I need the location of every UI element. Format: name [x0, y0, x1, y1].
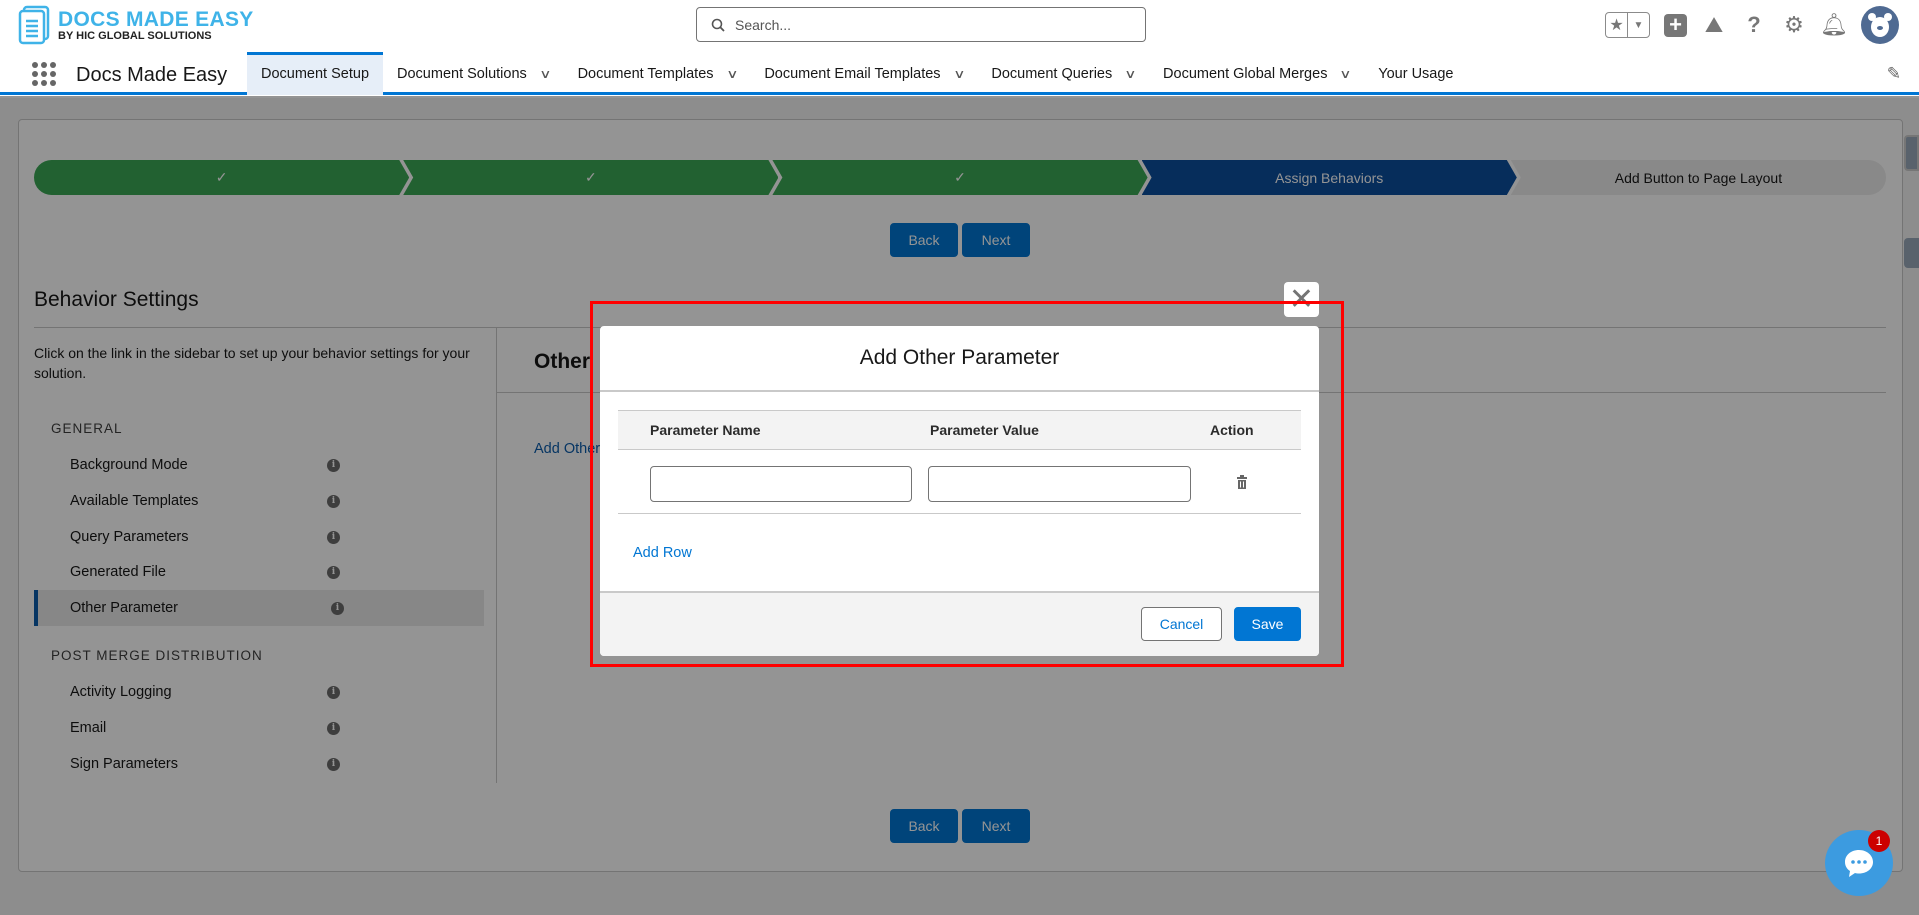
tab-document-email-templates[interactable]: Document Email Templates ∨ — [750, 52, 977, 95]
favorites-button[interactable]: ★ ▼ — [1605, 12, 1650, 38]
chevron-down-icon[interactable]: ∨ — [726, 67, 738, 81]
trailhead-icon[interactable]: ⛰ — [1701, 12, 1727, 38]
highlight-box — [590, 301, 1344, 667]
search-placeholder: Search... — [735, 16, 792, 33]
tab-label: Document Templates — [577, 65, 714, 82]
search-input[interactable]: Search... — [696, 7, 1146, 42]
chevron-down-icon[interactable]: ∨ — [1124, 67, 1136, 81]
tab-your-usage[interactable]: Your Usage — [1364, 52, 1467, 95]
logo-title: DOCS MADE EASY — [58, 7, 254, 31]
tab-document-setup[interactable]: Document Setup — [247, 52, 384, 95]
chat-bubble-icon — [1845, 850, 1873, 877]
tab-label: Document Queries — [991, 65, 1113, 82]
tab-label: Document Email Templates — [764, 65, 941, 82]
tab-document-solutions[interactable]: Document Solutions ∨ — [383, 52, 564, 95]
chevron-down-icon[interactable]: ∨ — [1340, 67, 1352, 81]
logo[interactable]: DOCS MADE EASY BY HIC GLOBAL SOLUTIONS — [18, 5, 254, 45]
search-icon — [711, 18, 725, 32]
nav-tabs: Document Setup Document Solutions ∨ Docum… — [247, 52, 1468, 95]
app-launcher-icon[interactable] — [32, 62, 56, 86]
tab-label: Document Setup — [261, 65, 370, 82]
chat-notification-badge: 1 — [1868, 830, 1890, 852]
chevron-down-icon[interactable]: ∨ — [953, 67, 965, 81]
chevron-down-icon[interactable]: ∨ — [539, 67, 551, 81]
tab-document-global-merges[interactable]: Document Global Merges ∨ — [1149, 52, 1364, 95]
tab-label: Your Usage — [1378, 65, 1454, 82]
header-icons: ★ ▼ + ⛰ ? ⚙ 🔔︎ — [1605, 6, 1899, 44]
tab-label: Document Solutions — [397, 65, 527, 82]
app-name: Docs Made Easy — [76, 64, 228, 86]
logo-subtitle: BY HIC GLOBAL SOLUTIONS — [58, 29, 212, 42]
tab-document-templates[interactable]: Document Templates ∨ — [564, 52, 751, 95]
user-avatar[interactable] — [1861, 6, 1899, 44]
star-icon[interactable]: ★ — [1606, 13, 1627, 37]
setup-gear-icon[interactable]: ⚙ — [1781, 12, 1807, 38]
bear-avatar-icon — [1868, 13, 1892, 37]
help-icon[interactable]: ? — [1741, 12, 1767, 38]
notifications-bell-icon[interactable]: 🔔︎ — [1820, 12, 1848, 38]
tab-label: Document Global Merges — [1163, 65, 1328, 82]
caret-down-icon[interactable]: ▼ — [1627, 13, 1649, 37]
document-logo-icon — [18, 5, 50, 45]
edit-nav-pencil-icon[interactable]: ✎ — [1887, 64, 1901, 84]
tab-document-queries[interactable]: Document Queries ∨ — [977, 52, 1149, 95]
global-actions-plus-icon[interactable]: + — [1664, 12, 1687, 37]
